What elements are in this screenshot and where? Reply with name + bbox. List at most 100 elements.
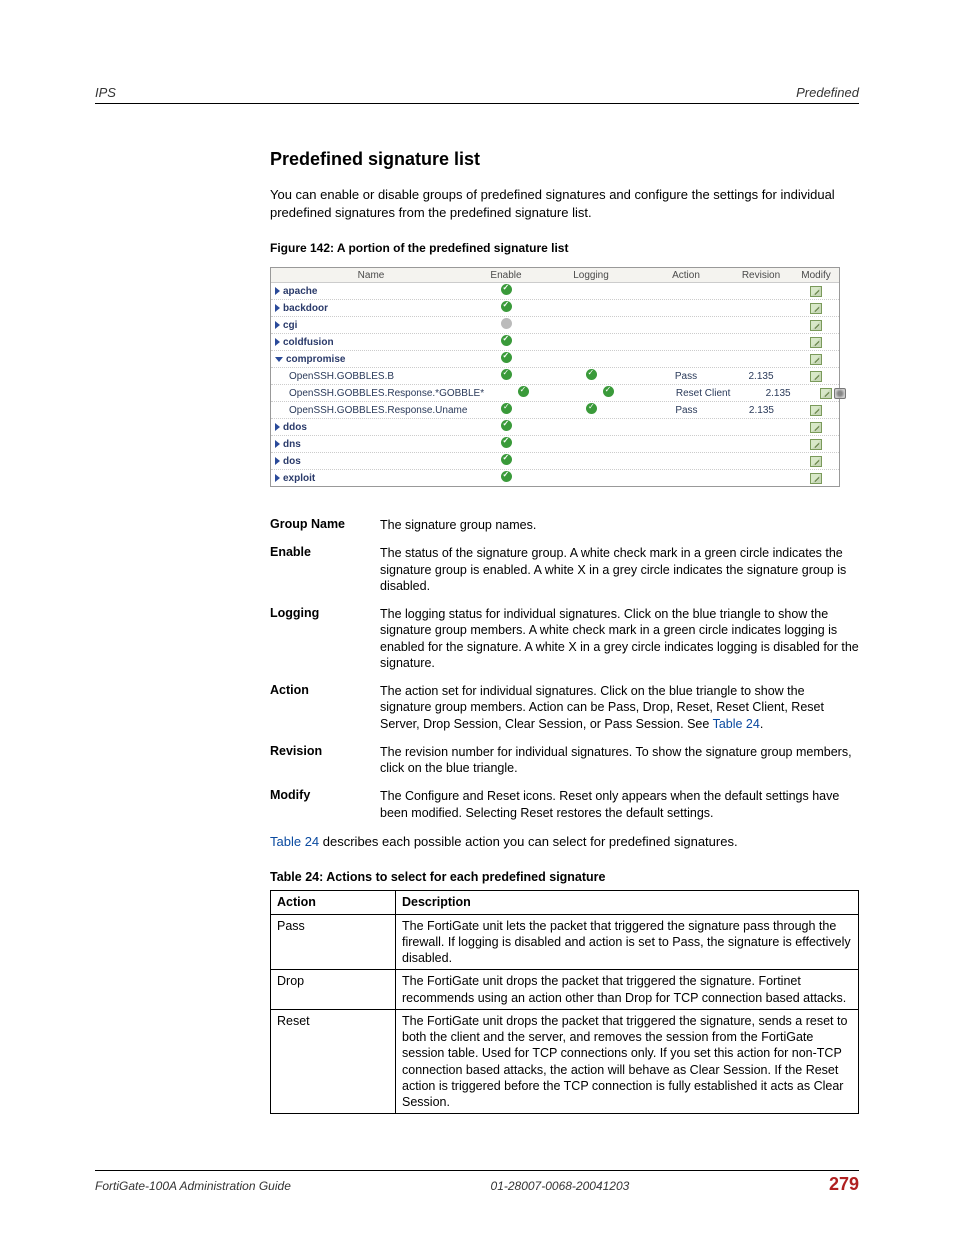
cell-revision: 2.135 [748, 387, 808, 400]
table-row[interactable]: coldfusion [271, 334, 839, 351]
check-icon[interactable] [586, 369, 597, 380]
definition-desc: The revision number for individual signa… [380, 744, 859, 777]
definition-term: Revision [270, 744, 380, 777]
row-name[interactable]: ddos [271, 421, 471, 434]
cell-action [641, 324, 731, 326]
th-description: Description [396, 891, 859, 914]
definition-row: RevisionThe revision number for individu… [270, 744, 859, 777]
edit-icon[interactable] [810, 473, 822, 484]
row-name[interactable]: compromise [271, 353, 471, 366]
reset-icon[interactable] [834, 388, 846, 399]
check-icon[interactable] [586, 403, 597, 414]
expand-icon[interactable] [275, 338, 280, 346]
row-name[interactable]: OpenSSH.GOBBLES.B [271, 370, 471, 383]
col-logging: Logging [541, 269, 641, 282]
table-row[interactable]: OpenSSH.GOBBLES.BPass2.135 [271, 368, 839, 385]
cell-modify [791, 353, 841, 366]
table-row[interactable]: ddos [271, 419, 839, 436]
row-name[interactable]: OpenSSH.GOBBLES.Response.Uname [271, 404, 471, 417]
row-name[interactable]: exploit [271, 472, 471, 485]
disabled-icon[interactable] [501, 318, 512, 329]
edit-icon[interactable] [810, 337, 822, 348]
row-name[interactable]: apache [271, 285, 471, 298]
expand-icon[interactable] [275, 287, 280, 295]
expand-icon[interactable] [275, 304, 280, 312]
table24: Action Description PassThe FortiGate uni… [270, 890, 859, 1114]
table-row[interactable]: exploit [271, 470, 839, 486]
definition-term: Action [270, 683, 380, 732]
table-row: PassThe FortiGate unit lets the packet t… [271, 914, 859, 970]
definition-term: Group Name [270, 517, 380, 533]
cross-ref-link[interactable]: Table 24 [713, 717, 760, 731]
row-name[interactable]: coldfusion [271, 336, 471, 349]
expand-icon[interactable] [275, 423, 280, 431]
row-name[interactable]: backdoor [271, 302, 471, 315]
check-icon[interactable] [501, 284, 512, 295]
table-row[interactable]: apache [271, 283, 839, 300]
edit-icon[interactable] [810, 354, 822, 365]
cell-logging [541, 341, 641, 343]
check-icon[interactable] [603, 386, 614, 397]
col-name: Name [271, 269, 471, 282]
table-row[interactable]: cgi [271, 317, 839, 334]
cell-enable [471, 436, 541, 452]
table-row[interactable]: dos [271, 453, 839, 470]
edit-icon[interactable] [810, 439, 822, 450]
cell-revision [731, 426, 791, 428]
check-icon[interactable] [501, 335, 512, 346]
cell-revision [731, 307, 791, 309]
row-name[interactable]: cgi [271, 319, 471, 332]
cell-logging [541, 368, 641, 384]
expand-icon[interactable] [275, 321, 280, 329]
cell-action [641, 307, 731, 309]
table-row[interactable]: backdoor [271, 300, 839, 317]
row-name[interactable]: OpenSSH.GOBBLES.Response.*GOBBLE* [271, 387, 488, 400]
cell-enable [471, 368, 541, 384]
expand-icon[interactable] [275, 440, 280, 448]
check-icon[interactable] [501, 301, 512, 312]
check-icon[interactable] [501, 352, 512, 363]
cell-action: Pass [271, 914, 396, 970]
check-icon[interactable] [501, 420, 512, 431]
edit-icon[interactable] [810, 422, 822, 433]
cell-description: The FortiGate unit drops the packet that… [396, 1009, 859, 1114]
cell-enable [488, 385, 558, 401]
figure-caption: Figure 142: A portion of the predefined … [270, 241, 859, 255]
table-row[interactable]: OpenSSH.GOBBLES.Response.*GOBBLE*Reset C… [271, 385, 839, 402]
edit-icon[interactable] [820, 388, 832, 399]
check-icon[interactable] [501, 454, 512, 465]
table-row[interactable]: dns [271, 436, 839, 453]
collapse-icon[interactable] [275, 357, 283, 362]
cell-revision [731, 341, 791, 343]
definition-desc: The logging status for individual signat… [380, 606, 859, 671]
check-icon[interactable] [501, 437, 512, 448]
table24-caption: Table 24: Actions to select for each pre… [270, 870, 859, 884]
definition-row: LoggingThe logging status for individual… [270, 606, 859, 671]
edit-icon[interactable] [810, 405, 822, 416]
row-name[interactable]: dns [271, 438, 471, 451]
table-row[interactable]: OpenSSH.GOBBLES.Response.UnamePass2.135 [271, 402, 839, 419]
edit-icon[interactable] [810, 320, 822, 331]
row-name[interactable]: dos [271, 455, 471, 468]
row-name-text: ddos [283, 422, 307, 433]
check-icon[interactable] [501, 403, 512, 414]
cell-action: Drop [271, 970, 396, 1010]
cell-action [641, 341, 731, 343]
edit-icon[interactable] [810, 303, 822, 314]
expand-icon[interactable] [275, 457, 280, 465]
col-revision: Revision [731, 269, 791, 282]
table24-intro-text: describes each possible action you can s… [319, 834, 737, 849]
expand-icon[interactable] [275, 474, 280, 482]
cell-action: Pass [641, 370, 731, 383]
edit-icon[interactable] [810, 456, 822, 467]
check-icon[interactable] [501, 369, 512, 380]
edit-icon[interactable] [810, 286, 822, 297]
table24-link[interactable]: Table 24 [270, 834, 319, 849]
check-icon[interactable] [501, 471, 512, 482]
table-row[interactable]: compromise [271, 351, 839, 368]
check-icon[interactable] [518, 386, 529, 397]
main-content: Predefined signature list You can enable… [270, 149, 859, 1114]
edit-icon[interactable] [810, 371, 822, 382]
definition-desc: The signature group names. [380, 517, 859, 533]
cell-revision [731, 460, 791, 462]
